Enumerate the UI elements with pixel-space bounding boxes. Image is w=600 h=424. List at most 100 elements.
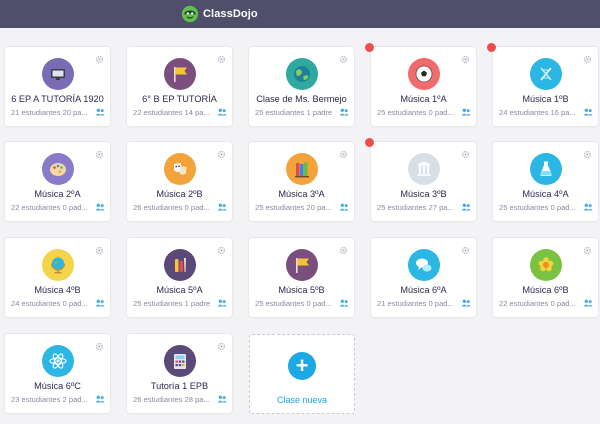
parents-icon <box>95 299 105 307</box>
class-meta: 25 estudiantes 0 pad... <box>499 203 576 212</box>
class-name: Música 1ºB <box>522 94 569 104</box>
parents-icon <box>217 395 227 403</box>
class-name: 6 EP A TUTORÍA 1920 <box>11 94 104 104</box>
class-card[interactable]: Música 2ºB 26 estudiantes 0 pad... <box>127 142 232 221</box>
class-meta: 21 estudiantes 0 pad... <box>377 299 454 308</box>
class-card[interactable]: 6° B EP TUTORÍA 22 estudiantes 14 pa... <box>127 47 232 126</box>
class-name: Tutoría 1 EPB <box>150 381 209 391</box>
gear-icon[interactable] <box>461 55 470 64</box>
class-card[interactable]: Clase de Ms. Bermejo 25 estudiantes 1 pad… <box>249 47 354 126</box>
parents-icon <box>339 108 349 116</box>
parents-icon <box>95 203 105 211</box>
plus-icon[interactable]: + <box>288 352 316 380</box>
class-card[interactable]: Música 1ºB 24 estudiantes 16 pa... <box>493 47 598 126</box>
class-card[interactable]: Música 3ºA 25 estudiantes 20 pa... <box>249 142 354 221</box>
gear-icon[interactable] <box>217 55 226 64</box>
parents-icon <box>339 203 349 211</box>
class-name: Música 4ºB <box>34 285 81 295</box>
class-avatar <box>407 58 440 90</box>
class-name: Música 5ºB <box>278 285 325 295</box>
gear-icon[interactable] <box>339 150 348 159</box>
gear-icon[interactable] <box>95 246 104 255</box>
class-card[interactable]: Música 1ºA 25 estudiantes 0 pad... <box>371 47 476 126</box>
class-card[interactable]: Música 6ºA 21 estudiantes 0 pad... <box>371 238 476 317</box>
class-meta: 21 estudiantes 20 pa... <box>11 108 88 117</box>
notification-dot <box>365 138 374 147</box>
class-avatar <box>529 58 562 90</box>
notification-dot <box>365 43 374 52</box>
gear-icon[interactable] <box>583 55 592 64</box>
class-avatar <box>285 153 318 185</box>
class-avatar <box>285 249 318 281</box>
class-avatar <box>407 249 440 281</box>
class-card[interactable]: Música 6ºC 23 estudiantes 2 pad... <box>5 334 110 413</box>
class-name: Música 3ºA <box>278 189 325 199</box>
gear-icon[interactable] <box>583 246 592 255</box>
gear-icon[interactable] <box>339 246 348 255</box>
gear-icon[interactable] <box>95 150 104 159</box>
class-avatar <box>163 153 196 185</box>
class-name: Música 3ºB <box>400 189 447 199</box>
gear-icon[interactable] <box>339 55 348 64</box>
parents-icon <box>583 299 593 307</box>
parents-icon <box>583 108 593 116</box>
class-name: Música 6ºC <box>34 381 81 391</box>
class-name: Música 6ºA <box>400 285 447 295</box>
class-meta: 25 estudiantes 0 pad... <box>255 299 332 308</box>
class-name: Música 6ºB <box>522 285 569 295</box>
parents-icon <box>95 108 105 116</box>
class-meta: 24 estudiantes 0 pad... <box>11 299 88 308</box>
class-meta: 22 estudiantes 0 pad... <box>499 299 576 308</box>
palette-icon <box>49 163 66 176</box>
gear-icon[interactable] <box>461 150 470 159</box>
calculator-icon <box>173 354 186 369</box>
parents-icon <box>217 299 227 307</box>
parents-icon <box>95 395 105 403</box>
class-avatar <box>41 345 74 377</box>
class-avatar <box>41 249 74 281</box>
gear-icon[interactable] <box>95 342 104 351</box>
class-grid: 6 EP A TUTORÍA 1920 21 estudiantes 20 pa.… <box>0 0 600 424</box>
class-card[interactable]: Música 5ºA 25 estudiantes 1 padre <box>127 238 232 317</box>
parents-icon <box>461 203 471 211</box>
class-card[interactable]: Música 4ºB 24 estudiantes 0 pad... <box>5 238 110 317</box>
class-avatar <box>529 249 562 281</box>
class-meta: 22 estudiantes 14 pa... <box>133 108 210 117</box>
class-name: Música 5ºA <box>156 285 203 295</box>
gear-icon[interactable] <box>217 342 226 351</box>
class-card[interactable]: Música 2ºA 22 estudiantes 0 pad... <box>5 142 110 221</box>
class-avatar <box>163 249 196 281</box>
new-class-card[interactable]: + Clase nueva <box>249 334 355 414</box>
class-meta: 25 estudiantes 1 padre <box>255 108 333 117</box>
class-avatar <box>163 345 196 377</box>
class-meta: 25 estudiantes 27 pa... <box>377 203 454 212</box>
class-card[interactable]: Música 6ºB 22 estudiantes 0 pad... <box>493 238 598 317</box>
class-avatar <box>407 153 440 185</box>
class-card[interactable]: Música 4ºA 25 estudiantes 0 pad... <box>493 142 598 221</box>
gear-icon[interactable] <box>217 246 226 255</box>
class-meta: 22 estudiantes 0 pad... <box>11 203 88 212</box>
new-class-label[interactable]: Clase nueva <box>250 395 354 405</box>
parents-icon <box>461 299 471 307</box>
gear-icon[interactable] <box>583 150 592 159</box>
class-avatar <box>41 153 74 185</box>
parents-icon <box>461 108 471 116</box>
class-meta: 26 estudiantes 28 pa... <box>133 395 210 404</box>
globe-icon <box>293 66 310 82</box>
gear-icon[interactable] <box>95 55 104 64</box>
gear-icon[interactable] <box>217 150 226 159</box>
class-name: Música 1ºA <box>400 94 447 104</box>
class-meta: 25 estudiantes 0 pad... <box>377 108 454 117</box>
class-meta: 26 estudiantes 0 pad... <box>133 203 210 212</box>
class-card[interactable]: Música 3ºB 25 estudiantes 27 pa... <box>371 142 476 221</box>
parents-icon <box>217 108 227 116</box>
parents-icon <box>217 203 227 211</box>
gear-icon[interactable] <box>461 246 470 255</box>
class-card[interactable]: 6 EP A TUTORÍA 1920 21 estudiantes 20 pa.… <box>5 47 110 126</box>
class-avatar <box>41 58 74 90</box>
soccer-ball-icon <box>415 65 432 83</box>
class-card[interactable]: Tutoría 1 EPB 26 estudiantes 28 pa... <box>127 334 232 413</box>
class-card[interactable]: Música 5ºB 25 estudiantes 0 pad... <box>249 238 354 317</box>
class-name: Música 4ºA <box>522 189 569 199</box>
books-icon <box>294 162 309 178</box>
